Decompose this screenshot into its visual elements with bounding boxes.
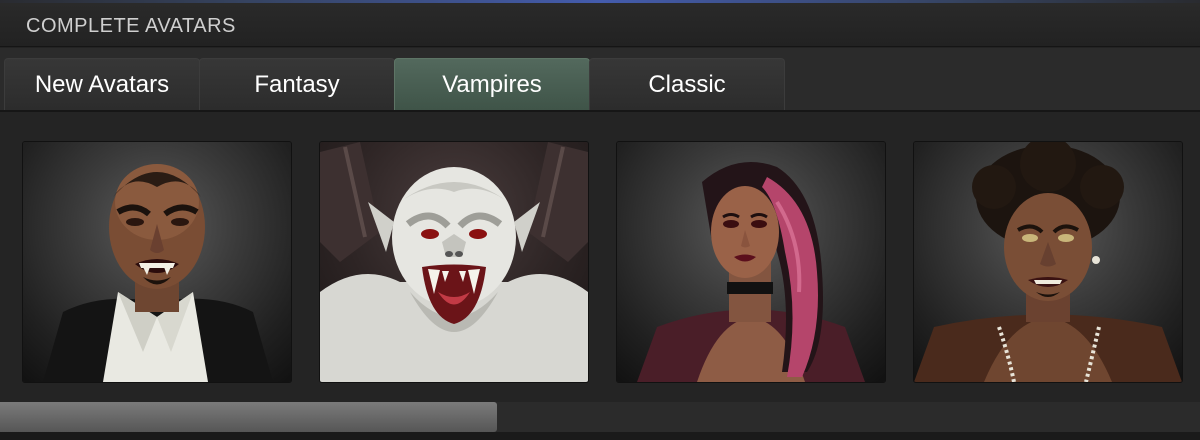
avatar-card-vampire-afro-man[interactable] [914,142,1182,382]
tab-classic[interactable]: Classic [589,58,785,110]
vampire-woman-portrait [637,162,865,382]
panel-header: COMPLETE AVATARS [0,3,1200,47]
avatar-card-vampire-woman[interactable] [617,142,885,382]
tab-vampires[interactable]: Vampires [394,58,590,110]
tab-list: New Avatars Fantasy Vampires Classic [4,58,785,110]
vampire-afro-man-portrait [914,142,1182,382]
complete-avatars-panel: COMPLETE AVATARS New Avatars Fantasy Vam… [0,0,1200,440]
tab-bar: New Avatars Fantasy Vampires Classic [0,48,1200,112]
panel-title: COMPLETE AVATARS [26,15,236,37]
avatar-card-vampire-bald-man[interactable] [23,142,291,382]
panel-bottom-edge [0,432,1200,440]
vampire-gargoyle-portrait [320,142,588,382]
avatar-grid [0,112,1200,402]
avatar-card-vampire-gargoyle[interactable] [320,142,588,382]
scrollbar-thumb[interactable] [0,402,497,432]
tab-fantasy[interactable]: Fantasy [199,58,395,110]
vampire-bald-man-portrait [43,164,273,382]
tab-new-avatars[interactable]: New Avatars [4,58,200,110]
horizontal-scrollbar[interactable] [0,402,1200,432]
